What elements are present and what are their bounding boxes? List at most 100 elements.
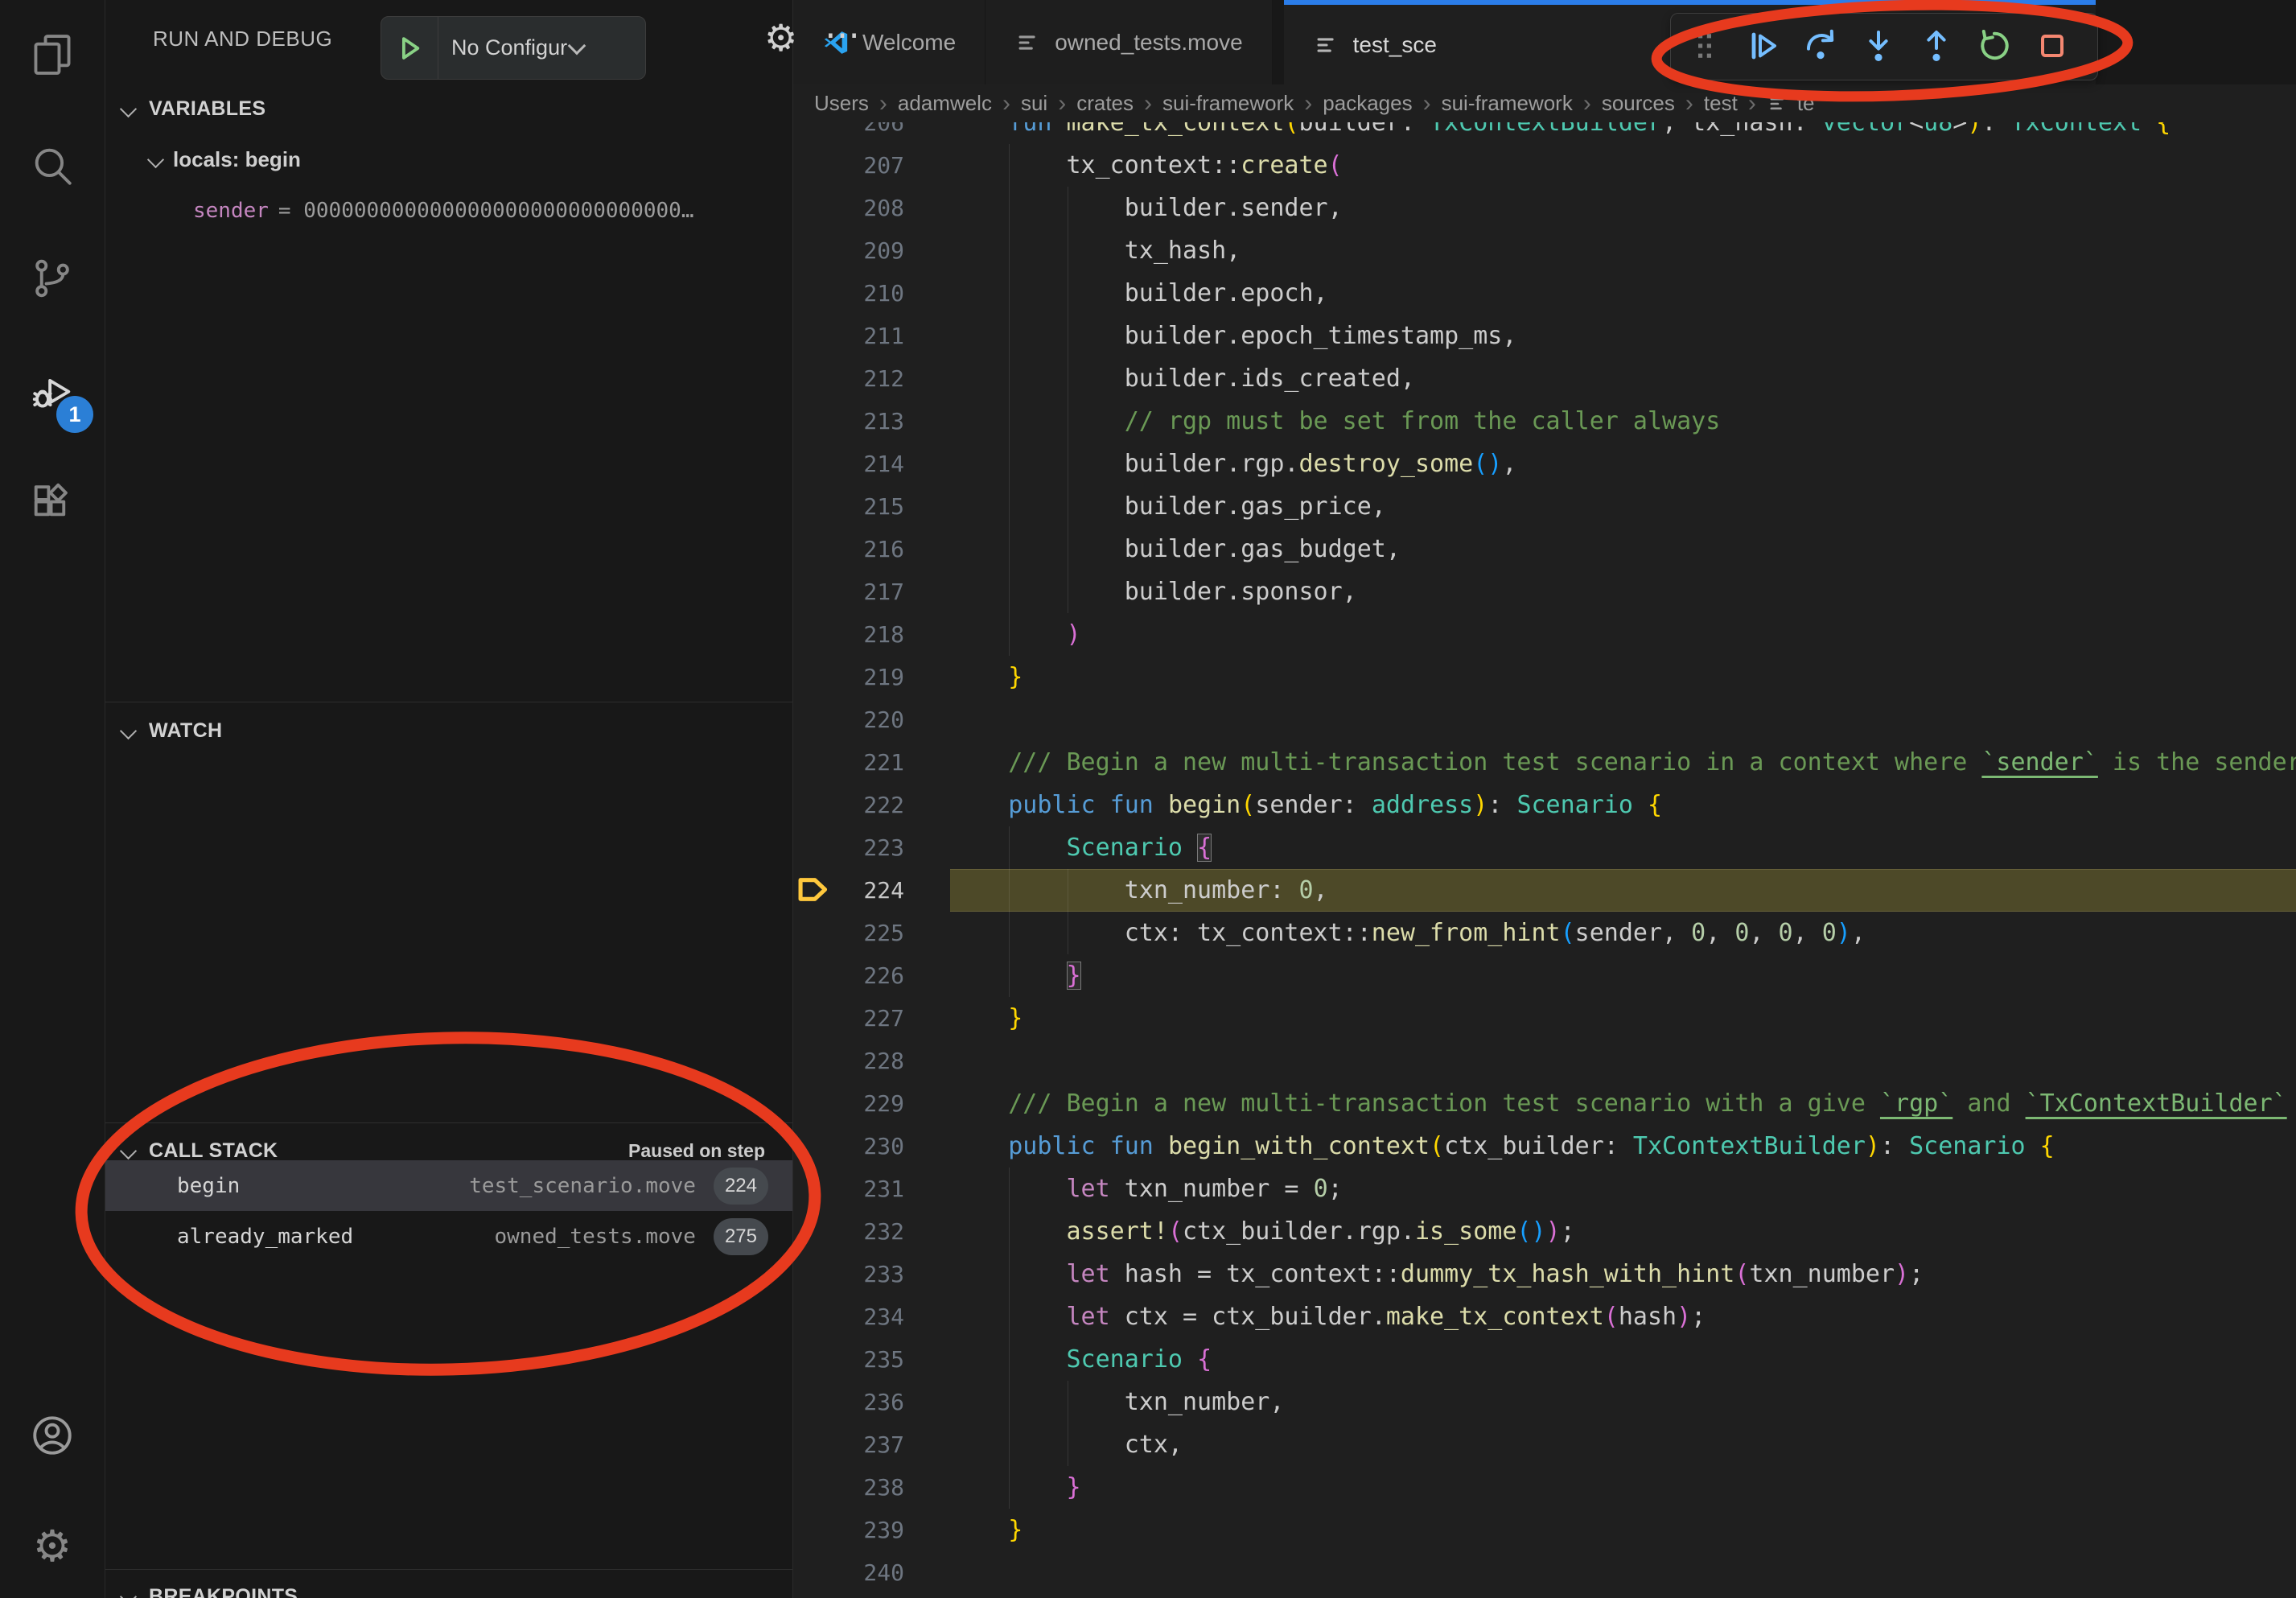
debug-step-over-button[interactable] [1792,18,1850,76]
code-line-232[interactable]: 232 assert!(ctx_builder.rgp.is_some()); [793,1210,2296,1253]
code-line-211[interactable]: 211 builder.epoch_timestamp_ms, [793,315,2296,357]
sidebar-item-extensions[interactable] [0,457,105,554]
breadcrumb-item[interactable]: Users [814,91,869,116]
gutter[interactable]: 225 [793,912,950,954]
breadcrumb-item[interactable]: sources [1602,91,1675,116]
code-line-238[interactable]: 238 } [793,1466,2296,1509]
code-line-226[interactable]: 226 } [793,954,2296,997]
code-line-224[interactable]: 224 txn_number: 0, [793,869,2296,912]
code-line-215[interactable]: 215 builder.gas_price, [793,485,2296,528]
code-line-219[interactable]: 219 } [793,656,2296,698]
debug-grip-button[interactable] [1676,18,1734,76]
code-line-230[interactable]: 230 public fun begin_with_context(ctx_bu… [793,1125,2296,1168]
code-line-222[interactable]: 222 public fun begin(sender: address): S… [793,784,2296,826]
gutter[interactable]: 219 [793,656,950,698]
gutter[interactable]: 231 [793,1168,950,1210]
breadcrumb-item[interactable]: adamwelc [898,91,992,116]
start-debug-button[interactable] [381,17,438,79]
code-line-220[interactable]: 220 [793,698,2296,741]
debug-step-into-button[interactable] [1850,18,1907,76]
breadcrumb-item[interactable]: sui [1021,91,1047,116]
code-line-217[interactable]: 217 builder.sponsor, [793,570,2296,613]
gutter[interactable]: 228 [793,1040,950,1082]
call-stack-frame-begin[interactable]: begin test_scenario.move 224 [105,1160,792,1211]
variables-scope-row[interactable]: locals: begin [105,137,792,182]
code-line-233[interactable]: 233 let hash = tx_context::dummy_tx_hash… [793,1253,2296,1295]
breadcrumb-item[interactable]: sui-framework [1442,91,1573,116]
gutter[interactable]: 235 [793,1338,950,1381]
gutter[interactable]: 230 [793,1125,950,1168]
gutter[interactable]: 212 [793,357,950,400]
code-line-212[interactable]: 212 builder.ids_created, [793,357,2296,400]
debug-stop-button[interactable] [2023,18,2081,76]
code-editor[interactable]: 206 fun make_tx_context(builder: TxConte… [793,122,2296,1598]
gutter[interactable]: 213 [793,400,950,443]
gutter[interactable]: 236 [793,1381,950,1423]
gutter[interactable]: 208 [793,187,950,229]
gutter[interactable]: 223 [793,826,950,869]
code-line-207[interactable]: 207 tx_context::create( [793,144,2296,187]
code-line-206[interactable]: 206 fun make_tx_context(builder: TxConte… [793,122,2296,144]
gutter[interactable]: 214 [793,443,950,485]
gutter[interactable]: 234 [793,1295,950,1338]
code-line-216[interactable]: 216 builder.gas_budget, [793,528,2296,570]
tab-welcome[interactable]: Welcome [793,0,985,84]
section-header-watch[interactable]: WATCH [105,708,792,753]
code-line-209[interactable]: 209 tx_hash, [793,229,2296,272]
sidebar-item-run-and-debug[interactable]: 1 [0,344,105,441]
sidebar-item-explorer[interactable] [0,8,105,105]
call-stack-frame-already-marked[interactable]: already_marked owned_tests.move 275 [105,1211,792,1262]
gutter[interactable]: 220 [793,698,950,741]
gear-icon[interactable]: ⚙ [764,19,797,56]
gutter[interactable]: 229 [793,1082,950,1125]
code-line-234[interactable]: 234 let ctx = ctx_builder.make_tx_contex… [793,1295,2296,1338]
gutter[interactable]: 222 [793,784,950,826]
section-header-variables[interactable]: VARIABLES [105,86,792,131]
gutter[interactable]: 239 [793,1509,950,1551]
code-line-227[interactable]: 227 } [793,997,2296,1040]
gutter[interactable]: 207 [793,144,950,187]
gutter[interactable]: 240 [793,1551,950,1594]
breadcrumb-item[interactable]: packages [1323,91,1412,116]
more-actions-icon[interactable]: ⋯ [825,14,860,56]
gutter[interactable]: 216 [793,528,950,570]
gutter[interactable]: 210 [793,272,950,315]
variable-row-sender[interactable]: sender = 000000000000000000000000000000… [105,188,792,233]
code-line-213[interactable]: 213 // rgp must be set from the caller a… [793,400,2296,443]
gutter[interactable]: 237 [793,1423,950,1466]
gutter[interactable]: 226 [793,954,950,997]
code-line-208[interactable]: 208 builder.sender, [793,187,2296,229]
code-line-241[interactable]: 241 /// Creates and shares system object… [793,1594,2296,1598]
gutter[interactable]: 233 [793,1253,950,1295]
gutter[interactable]: 241 [793,1594,950,1598]
gutter[interactable]: 221 [793,741,950,784]
sidebar-item-account[interactable] [0,1389,105,1485]
code-line-236[interactable]: 236 txn_number, [793,1381,2296,1423]
gutter[interactable]: 218 [793,613,950,656]
breadcrumb-item[interactable]: test [1704,91,1738,116]
code-line-221[interactable]: 221 /// Begin a new multi-transaction te… [793,741,2296,784]
code-line-228[interactable]: 228 [793,1040,2296,1082]
sidebar-item-settings[interactable]: ⚙ [0,1498,105,1595]
code-line-229[interactable]: 229 /// Begin a new multi-transaction te… [793,1082,2296,1125]
sidebar-item-source-control[interactable] [0,232,105,328]
gutter[interactable]: 232 [793,1210,950,1253]
code-line-231[interactable]: 231 let txn_number = 0; [793,1168,2296,1210]
debug-continue-button[interactable] [1734,18,1792,76]
code-line-235[interactable]: 235 Scenario { [793,1338,2296,1381]
code-line-218[interactable]: 218 ) [793,613,2296,656]
debug-restart-button[interactable] [1965,18,2023,76]
section-header-breakpoints[interactable]: BREAKPOINTS [105,1574,792,1598]
code-line-239[interactable]: 239 } [793,1509,2296,1551]
breadcrumb-item[interactable]: crates [1076,91,1134,116]
gutter[interactable]: 224 [793,869,950,912]
gutter[interactable]: 217 [793,570,950,613]
gutter[interactable]: 238 [793,1466,950,1509]
gutter[interactable]: 206 [793,122,950,144]
code-line-214[interactable]: 214 builder.rgp.destroy_some(), [793,443,2296,485]
debug-config-dropdown[interactable]: No Configur [381,16,646,80]
code-line-240[interactable]: 240 [793,1551,2296,1594]
tab-owned-tests[interactable]: owned_tests.move [985,0,1272,84]
sidebar-item-search[interactable] [0,119,105,216]
code-line-225[interactable]: 225 ctx: tx_context::new_from_hint(sende… [793,912,2296,954]
